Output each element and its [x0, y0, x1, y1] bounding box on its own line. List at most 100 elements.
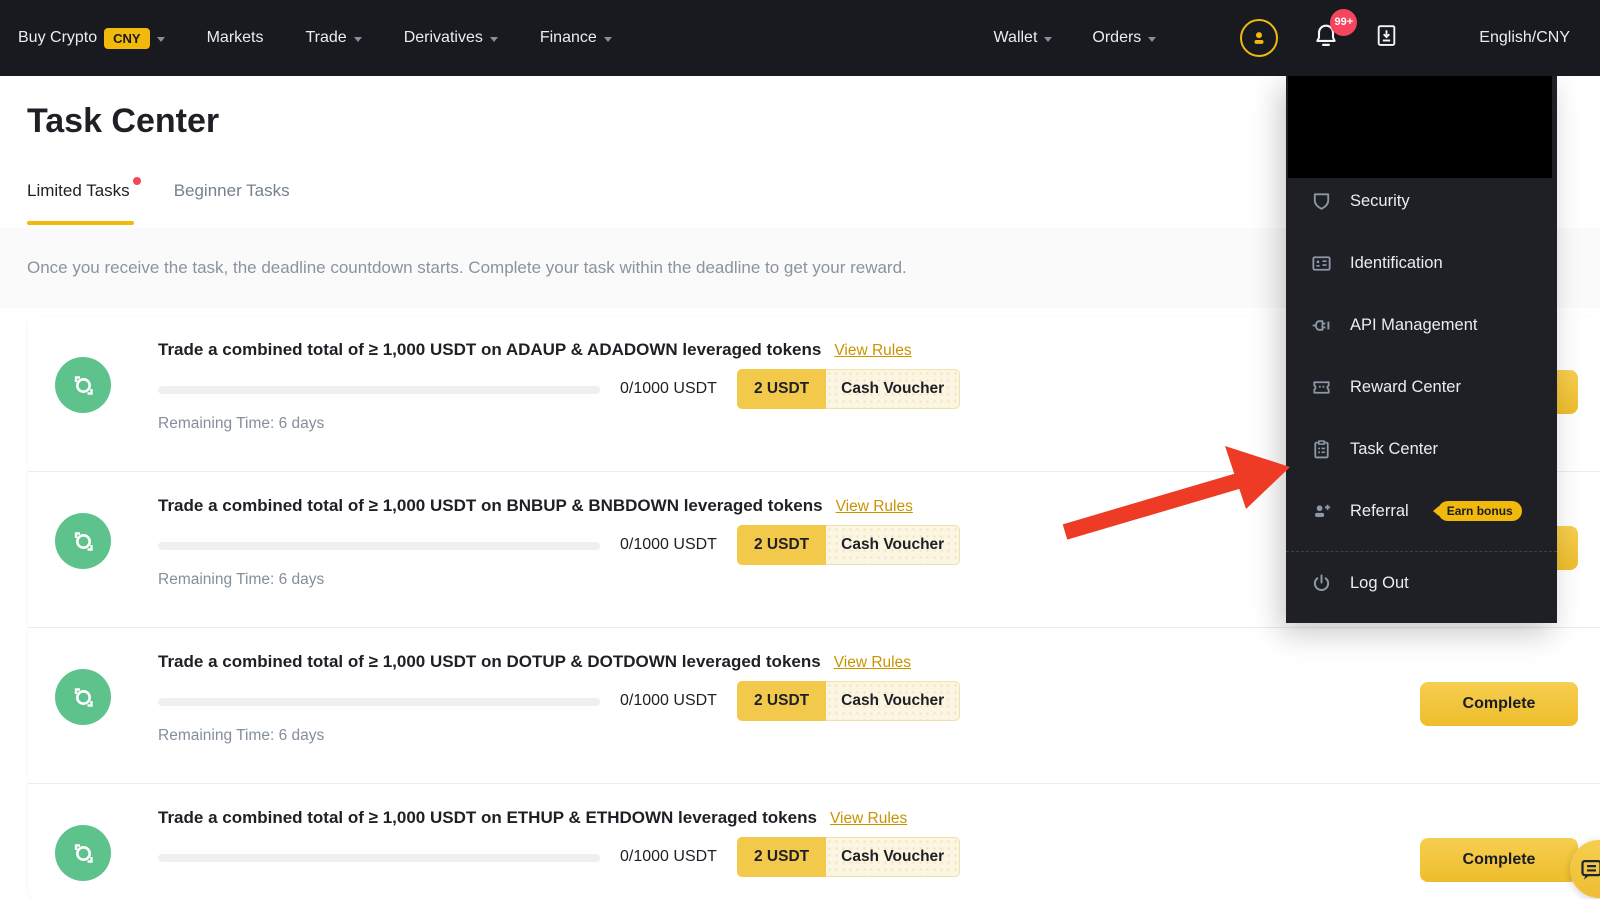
navbar-icon-group: 99+ [1240, 8, 1399, 57]
nav-label: Trade [305, 29, 347, 46]
voucher-type: Cash Voucher [826, 837, 961, 877]
complete-button[interactable]: Complete [1420, 838, 1578, 882]
active-tab-underline [27, 221, 134, 225]
new-indicator-dot [132, 177, 141, 185]
reward-voucher: 2 USDT Cash Voucher [737, 369, 961, 409]
tab-label: Beginner Tasks [173, 181, 290, 200]
progress-bar [158, 854, 600, 862]
menu-item-label: Log Out [1350, 573, 1409, 592]
currency-badge: CNY [104, 27, 150, 49]
tab-bar: Limited Tasks Beginner Tasks [27, 177, 290, 225]
nav-finance[interactable]: Finance [540, 29, 612, 47]
task-row: Trade a combined total of ≥ 1,000 USDT o… [28, 784, 1600, 899]
progress-bar [158, 386, 600, 394]
menu-item-label: Security [1350, 191, 1410, 210]
chat-icon [1581, 859, 1600, 880]
voucher-type: Cash Voucher [826, 681, 961, 721]
remaining-time: Remaining Time: 6 days [158, 571, 325, 588]
plug-icon [1310, 314, 1333, 337]
view-rules-link[interactable]: View Rules [836, 498, 913, 516]
navbar-right: Wallet Orders 99+ English/CNY [994, 8, 1570, 57]
menu-item-identification[interactable]: Identification [1286, 232, 1557, 294]
tab-label: Limited Tasks [27, 181, 130, 200]
remaining-time: Remaining Time: 6 days [158, 727, 325, 744]
nav-label: Wallet [993, 29, 1038, 46]
download-icon [1378, 25, 1396, 46]
nav-trade[interactable]: Trade [306, 29, 362, 47]
chevron-down-icon [353, 36, 362, 42]
complete-button[interactable]: Complete [1420, 682, 1578, 726]
menu-item-label: Referral [1350, 501, 1409, 520]
nav-label: Derivatives [403, 29, 483, 46]
menu-item-task-center[interactable]: Task Center [1286, 418, 1557, 480]
language-currency-selector[interactable]: English/CNY [1479, 29, 1570, 47]
leveraged-token-task-icon [55, 357, 111, 413]
nav-label: Buy Crypto [18, 29, 98, 46]
menu-item-api-management[interactable]: API Management [1286, 294, 1557, 356]
notifications-button[interactable]: 99+ [1312, 8, 1358, 55]
nav-label: Orders [1092, 29, 1142, 46]
id-card-icon [1310, 252, 1333, 275]
voucher-type: Cash Voucher [826, 525, 961, 565]
view-rules-link[interactable]: View Rules [830, 810, 907, 828]
progress-text: 0/1000 USDT [620, 692, 717, 709]
page-title: Task Center [27, 102, 220, 140]
power-icon [1310, 572, 1333, 595]
nav-label: Markets [206, 29, 264, 46]
task-title: Trade a combined total of ≥ 1,000 USDT o… [158, 496, 913, 516]
navbar-left: Buy Crypto CNY Markets Trade Derivatives… [18, 27, 612, 49]
nav-orders[interactable]: Orders [1092, 29, 1157, 47]
remaining-time: Remaining Time: 6 days [158, 415, 325, 432]
voucher-type: Cash Voucher [826, 369, 961, 409]
task-title-text: Trade a combined total of ≥ 1,000 USDT o… [158, 808, 817, 827]
nav-derivatives[interactable]: Derivatives [404, 29, 498, 47]
person-add-icon [1310, 500, 1333, 523]
progress-bar [158, 542, 600, 550]
user-dropdown-menu: Security Identification API Management R… [1286, 76, 1557, 623]
earn-bonus-badge: Earn bonus [1437, 501, 1522, 521]
menu-item-log-out[interactable]: Log Out [1286, 552, 1557, 614]
task-title-text: Trade a combined total of ≥ 1,000 USDT o… [158, 496, 823, 515]
nav-wallet[interactable]: Wallet [994, 29, 1053, 47]
leveraged-token-task-icon [55, 669, 111, 725]
voucher-amount: 2 USDT [737, 369, 827, 409]
voucher-amount: 2 USDT [737, 681, 827, 721]
voucher-amount: 2 USDT [737, 837, 827, 877]
task-title: Trade a combined total of ≥ 1,000 USDT o… [158, 340, 912, 360]
nav-buy-crypto[interactable]: Buy Crypto CNY [18, 27, 165, 49]
top-navbar: Buy Crypto CNY Markets Trade Derivatives… [0, 0, 1600, 76]
app-download-button[interactable] [1374, 23, 1399, 53]
task-center-page: Buy Crypto CNY Markets Trade Derivatives… [0, 0, 1600, 899]
reward-voucher: 2 USDT Cash Voucher [737, 837, 961, 877]
tab-limited-tasks[interactable]: Limited Tasks [27, 177, 141, 225]
chevron-down-icon [156, 36, 165, 42]
shield-icon [1310, 190, 1333, 213]
menu-item-label: Identification [1350, 253, 1443, 272]
chevron-down-icon [1148, 36, 1157, 42]
leveraged-token-task-icon [55, 825, 111, 881]
menu-item-referral[interactable]: Referral Earn bonus [1286, 480, 1557, 542]
progress-text: 0/1000 USDT [620, 848, 717, 865]
view-rules-link[interactable]: View Rules [834, 654, 911, 672]
menu-item-label: API Management [1350, 315, 1478, 334]
menu-item-label: Reward Center [1350, 377, 1461, 396]
menu-item-reward-center[interactable]: Reward Center [1286, 356, 1557, 418]
progress-bar [158, 698, 600, 706]
chevron-down-icon [603, 36, 612, 42]
ticket-icon [1310, 376, 1333, 399]
view-rules-link[interactable]: View Rules [834, 342, 911, 360]
progress-text: 0/1000 USDT [620, 536, 717, 553]
menu-item-label: Task Center [1350, 439, 1439, 458]
nav-label: Finance [539, 29, 597, 46]
nav-markets[interactable]: Markets [207, 29, 264, 47]
chevron-down-icon [1044, 36, 1053, 42]
task-title-text: Trade a combined total of ≥ 1,000 USDT o… [158, 340, 822, 359]
tab-beginner-tasks[interactable]: Beginner Tasks [174, 181, 290, 225]
reward-voucher: 2 USDT Cash Voucher [737, 525, 961, 565]
task-row: Trade a combined total of ≥ 1,000 USDT o… [28, 628, 1600, 784]
voucher-amount: 2 USDT [737, 525, 827, 565]
task-title: Trade a combined total of ≥ 1,000 USDT o… [158, 652, 911, 672]
notice-text: Once you receive the task, the deadline … [27, 258, 907, 277]
profile-button[interactable] [1240, 19, 1279, 57]
menu-item-security[interactable]: Security [1286, 170, 1557, 232]
